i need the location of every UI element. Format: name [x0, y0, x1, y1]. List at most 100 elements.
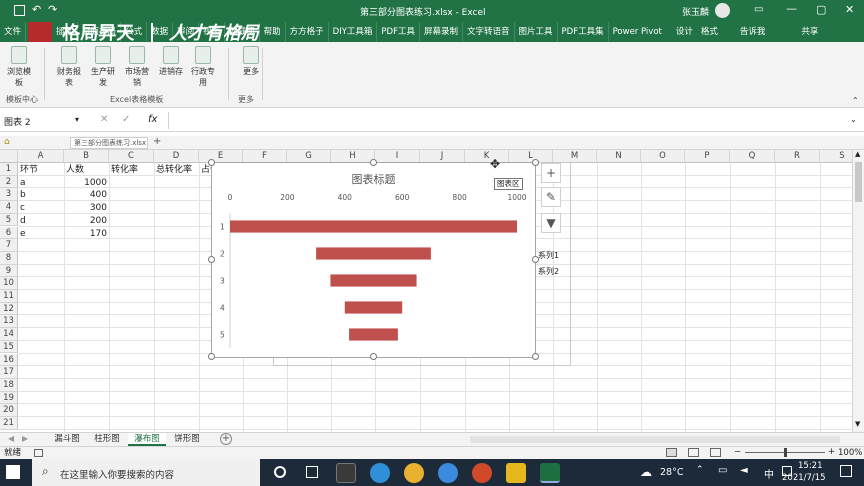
chart-plot[interactable]: 0 200 400 600 800 1000 1 2 3 4 5 [212, 163, 535, 357]
row-header[interactable]: 13 [0, 315, 18, 329]
column-header[interactable]: C [109, 150, 154, 163]
funnel-chart[interactable]: 图表标题 0 200 400 600 800 1000 1 2 3 4 5 [211, 162, 536, 358]
cancel-icon[interactable]: ✕ [100, 114, 108, 125]
next-sheet-icon[interactable]: ▶ [22, 434, 28, 443]
save-icon[interactable] [14, 5, 25, 16]
page-break-view-icon[interactable] [710, 448, 721, 457]
sheet-tab[interactable]: 柱形图 [88, 433, 126, 446]
scroll-down-icon[interactable]: ▼ [855, 420, 860, 428]
bar-series2[interactable] [330, 274, 417, 287]
ribbon-button[interactable]: 浏览模板 [4, 46, 34, 88]
header-cell[interactable]: 总转化率 [156, 164, 192, 176]
chart-handle-top-right[interactable] [532, 159, 539, 166]
weather-temp[interactable]: 28°C [660, 467, 683, 478]
bar-placeholder-series1[interactable] [230, 301, 345, 313]
network-icon[interactable]: ▭ [718, 465, 727, 476]
cortana-icon[interactable] [274, 466, 286, 478]
close-icon[interactable]: ✕ [845, 3, 854, 16]
row-header[interactable]: 11 [0, 290, 18, 303]
zoom-slider-thumb[interactable] [784, 448, 787, 457]
powerpoint-icon[interactable] [472, 463, 492, 483]
name-box[interactable]: 图表 2 [4, 115, 31, 128]
new-tab-icon[interactable]: + [153, 136, 161, 147]
scroll-up-icon[interactable]: ▲ [855, 150, 860, 158]
volume-icon[interactable]: ◄ [740, 465, 748, 476]
ribbon-tab[interactable]: 屏幕录制 [420, 22, 463, 42]
edge-icon[interactable] [370, 463, 390, 483]
chart-handle-bottom[interactable] [370, 353, 377, 360]
header-cell[interactable]: 环节 [20, 164, 38, 176]
tray-chevron-icon[interactable]: ⌃ [696, 465, 704, 475]
table-cell[interactable]: d [20, 215, 26, 227]
minimize-icon[interactable]: — [786, 2, 797, 15]
workbook-tab[interactable]: 第三部分图表练习.xlsx [70, 137, 148, 149]
ribbon-button[interactable]: 生产研发 [88, 46, 118, 88]
power-bi-icon[interactable] [506, 463, 526, 483]
undo-icon[interactable]: ↶ [32, 3, 41, 16]
avatar[interactable] [715, 3, 730, 18]
ribbon-tab[interactable]: Power Pivot [609, 22, 666, 42]
user-name[interactable]: 张玉麟 [682, 5, 709, 18]
row-header[interactable]: 15 [0, 340, 18, 354]
row-header[interactable]: 20 [0, 404, 18, 417]
formula-input[interactable] [168, 112, 844, 129]
enter-icon[interactable]: ✓ [122, 114, 130, 125]
normal-view-icon[interactable] [666, 448, 677, 457]
ribbon-tab[interactable]: DIY工具箱 [329, 22, 378, 42]
notification-icon[interactable] [840, 465, 852, 477]
legend-series-2[interactable]: 系列2 [538, 266, 559, 277]
row-header[interactable]: 1 [0, 163, 18, 176]
column-header[interactable]: D [154, 150, 199, 163]
row-header[interactable]: 12 [0, 302, 18, 316]
row-header[interactable]: 3 [0, 188, 18, 202]
insert-function-icon[interactable]: fx [148, 114, 157, 125]
table-cell[interactable]: 170 [64, 228, 107, 240]
ribbon-tab[interactable]: 图片工具 [515, 22, 558, 42]
row-header[interactable]: 17 [0, 366, 18, 379]
sheet-tab[interactable]: 饼形图 [168, 433, 206, 446]
column-header[interactable]: P [685, 150, 730, 163]
home-icon[interactable]: ⌂ [4, 137, 10, 147]
table-cell[interactable]: a [20, 177, 26, 189]
excel-icon[interactable] [540, 463, 560, 483]
header-cell[interactable]: 人数 [66, 164, 84, 176]
bar-series2[interactable] [230, 220, 517, 233]
add-sheet-icon[interactable]: + [220, 433, 232, 445]
ime-indicator[interactable]: 中 [764, 466, 774, 481]
row-header[interactable]: 9 [0, 264, 18, 278]
row-header[interactable]: 19 [0, 391, 18, 405]
vertical-scrollbar[interactable]: ▲ ▼ [852, 150, 864, 432]
header-cell[interactable]: 转化率 [111, 164, 138, 176]
sheet-tab[interactable]: 瀑布图 [128, 433, 166, 446]
ribbon-button[interactable]: 市场营销 [122, 46, 152, 88]
ribbon-tab[interactable]: 文字转语音 [463, 22, 515, 42]
bar-series2[interactable] [344, 301, 403, 314]
table-cell[interactable]: e [20, 228, 26, 240]
ribbon-tab[interactable]: PDF工具集 [558, 22, 609, 42]
ribbon-tab[interactable]: PDF工具 [377, 22, 420, 42]
clock-time[interactable]: 15:21 [798, 461, 823, 471]
column-header[interactable]: O [641, 150, 685, 163]
zoom-level[interactable]: 100% [838, 447, 862, 459]
chrome-icon[interactable] [404, 463, 424, 483]
zoom-in-icon[interactable]: + [828, 446, 835, 458]
row-header[interactable]: 4 [0, 201, 18, 214]
horizontal-scrollbar[interactable] [470, 436, 840, 443]
legend-series-1[interactable]: 系列1 [538, 250, 559, 261]
bar-placeholder-series1[interactable] [230, 328, 349, 340]
windows-start-icon[interactable] [6, 465, 20, 479]
macro-record-icon[interactable] [34, 449, 43, 457]
ribbon-tab[interactable]: 方方格子 [286, 22, 329, 42]
chart-filters-button[interactable]: ▼ [541, 213, 561, 233]
chart-elements-button[interactable]: + [541, 163, 561, 183]
table-cell[interactable]: b [20, 189, 26, 201]
ie-icon[interactable] [438, 463, 458, 483]
bar-placeholder-series1[interactable] [230, 247, 316, 259]
ribbon-button[interactable]: 财务报表 [54, 46, 84, 88]
chart-handle-bottom-right[interactable] [532, 353, 539, 360]
ribbon-button[interactable]: 行政专用 [188, 46, 218, 88]
scroll-thumb[interactable] [855, 162, 862, 202]
chart-styles-button[interactable]: ✎ [541, 187, 561, 207]
column-header[interactable]: A [18, 150, 64, 163]
page-layout-view-icon[interactable] [688, 448, 699, 457]
